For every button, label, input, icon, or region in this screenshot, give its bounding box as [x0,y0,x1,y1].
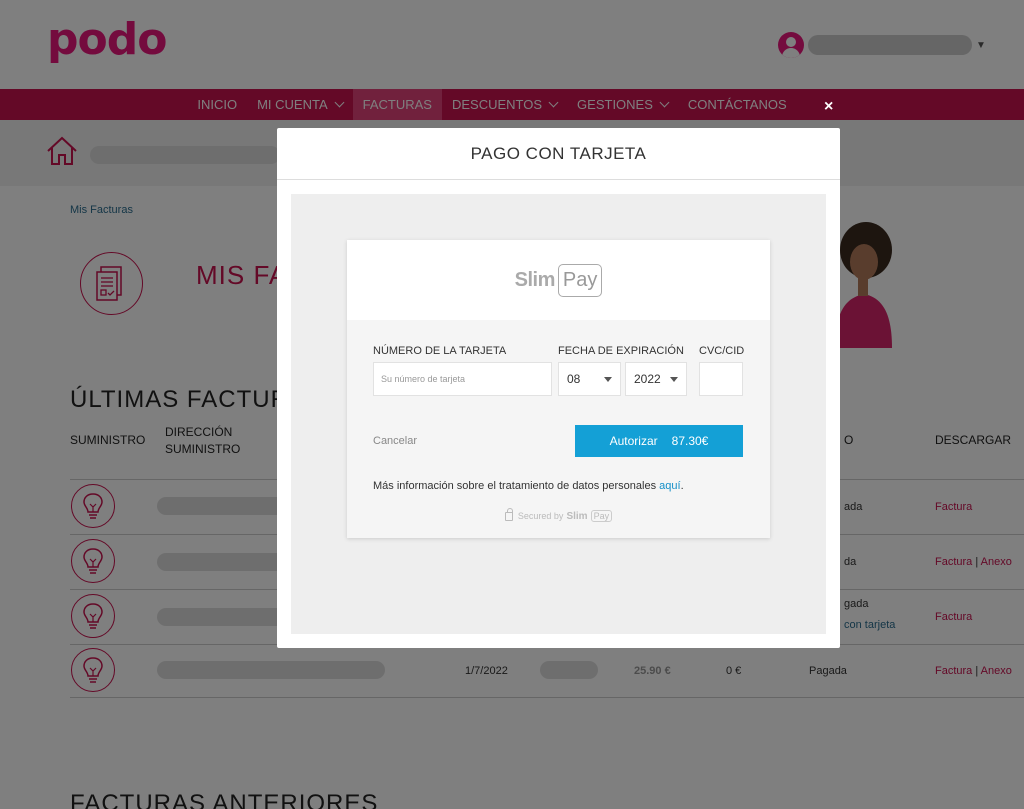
slimpay-logo: Slim Pay [514,263,603,297]
slimpay-form: Slim Pay NÚMERO DE LA TARJETA FECHA DE E… [347,240,770,538]
cvc-label: CVC/CID [699,345,745,357]
authorize-button[interactable]: Autorizar 87.30€ [575,425,743,457]
lock-icon [504,507,513,521]
modal-title: PAGO CON TARJETA [277,128,840,180]
cancel-button[interactable]: Cancelar [373,435,417,447]
expiry-year-select[interactable]: 2022 [625,362,687,396]
expiry-month-select[interactable]: 08 [558,362,621,396]
card-number-input[interactable]: Su número de tarjeta [373,362,552,396]
authorize-label: Autorizar [609,434,658,448]
slimpay-logo-part2: Pay [557,263,603,297]
privacy-info-text: Más información sobre el tratamiento de … [373,480,657,492]
secured-brand-part2: Pay [590,510,613,522]
privacy-info: Más información sobre el tratamiento de … [373,480,684,492]
payment-modal: PAGO CON TARJETA Slim Pay NÚMERO DE LA T… [277,128,840,648]
privacy-info-end: . [680,480,684,492]
payment-frame: Slim Pay NÚMERO DE LA TARJETA FECHA DE E… [291,194,826,634]
privacy-info-link[interactable]: aquí [659,480,680,492]
secured-text: Secured by [517,511,564,521]
secured-brand-part1: Slim [566,510,588,522]
close-icon[interactable]: × [824,98,833,116]
slimpay-logo-part1: Slim [514,268,556,291]
slimpay-header: Slim Pay [347,240,770,320]
cvc-input[interactable] [699,362,743,396]
authorize-amount: 87.30€ [671,434,709,448]
secured-by-badge: Secured by Slim Pay [347,507,770,522]
expiry-label: FECHA DE EXPIRACIÓN [558,345,684,357]
card-number-label: NÚMERO DE LA TARJETA [373,345,507,357]
